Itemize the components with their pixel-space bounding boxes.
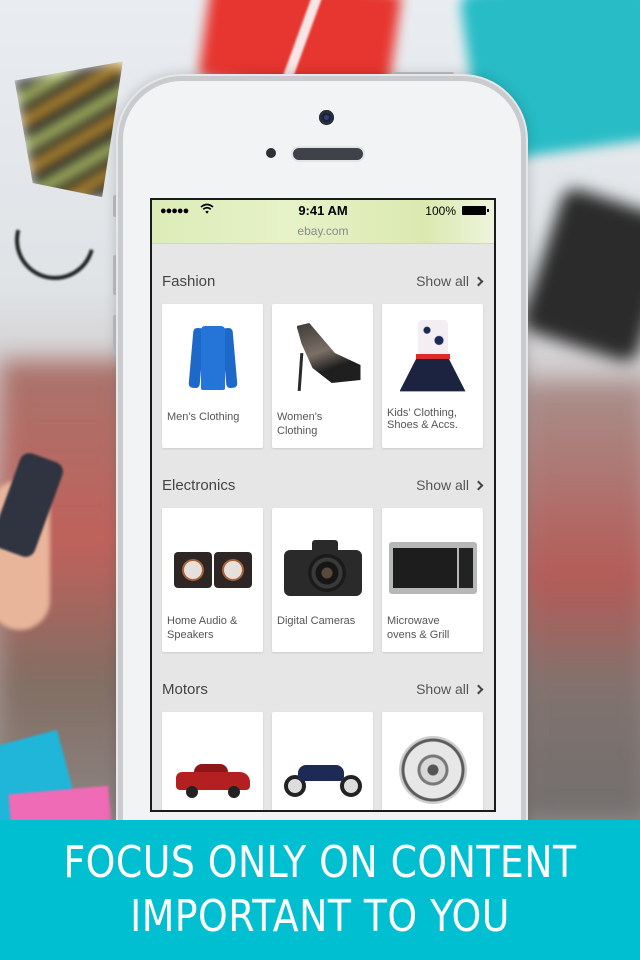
- section-title: Motors: [162, 680, 208, 698]
- front-camera-icon: [319, 110, 334, 125]
- promo-banner: FOCUS ONLY ON CONTENT IMPORTANT TO YOU: [0, 820, 640, 960]
- dslr-camera-image: [272, 528, 373, 608]
- card-label: Women's Clothing: [277, 411, 323, 437]
- category-list: Fashion Show all Men's Clothing Women's …: [152, 266, 494, 810]
- show-all-fashion-link[interactable]: Show all: [416, 273, 484, 289]
- chevron-right-icon: [473, 276, 484, 286]
- category-card-kids-clothing[interactable]: Kids' Clothing, Shoes & Accs.: [382, 304, 483, 448]
- fashion-cards: Men's Clothing Women's Clothing Kids' Cl…: [162, 304, 484, 448]
- section-header-motors: Motors Show all: [162, 674, 484, 704]
- card-label: Digital Cameras: [277, 615, 356, 627]
- blurred-street-right: [520, 380, 640, 820]
- motorcycle-image: [272, 738, 373, 810]
- show-all-motors-link[interactable]: Show all: [416, 681, 484, 697]
- category-card-home-audio[interactable]: Home Audio & Speakers: [162, 508, 263, 652]
- card-label: Kids' Clothing, Shoes & Accs.: [387, 407, 458, 431]
- card-label: Men's Clothing: [167, 411, 240, 423]
- battery-icon: [462, 206, 489, 215]
- section-header-electronics: Electronics Show all: [162, 470, 484, 500]
- status-bar: ●●●●● 9:41 AM 100% ebay.com: [152, 200, 494, 244]
- chevron-right-icon: [473, 684, 484, 694]
- red-car-image: [162, 740, 263, 810]
- phone-screen: ●●●●● 9:41 AM 100% ebay.com Fashion Show…: [150, 198, 496, 812]
- kids-dress-image: [382, 318, 483, 398]
- category-card-wheels[interactable]: [382, 712, 483, 810]
- category-card-digital-cameras[interactable]: Digital Cameras: [272, 508, 373, 652]
- banner-headline-line1: FOCUS ONLY ON CONTENT: [63, 837, 577, 888]
- chevron-right-icon: [473, 480, 484, 490]
- show-all-label: Show all: [416, 681, 469, 697]
- card-label: Microwave ovens & Grill: [387, 615, 450, 641]
- show-all-label: Show all: [416, 477, 469, 493]
- show-all-electronics-link[interactable]: Show all: [416, 477, 484, 493]
- category-card-cars[interactable]: [162, 712, 263, 810]
- category-card-motorcycles[interactable]: [272, 712, 373, 810]
- banner-headline-line2: IMPORTANT TO YOU: [130, 891, 510, 942]
- chrome-wheel-image: [382, 730, 483, 810]
- speakers-image: [162, 530, 263, 610]
- battery-percent: 100%: [425, 204, 456, 218]
- category-card-womens-clothing[interactable]: Women's Clothing: [272, 304, 373, 448]
- electronics-cards: Home Audio & Speakers Digital Cameras Mi…: [162, 508, 484, 652]
- umbrella-handle: [0, 185, 110, 295]
- blue-sweater-image: [162, 318, 263, 398]
- section-header-fashion: Fashion Show all: [162, 266, 484, 296]
- show-all-label: Show all: [416, 273, 469, 289]
- high-heel-shoe-image: [272, 318, 373, 398]
- card-label: Home Audio & Speakers: [167, 615, 238, 641]
- category-card-mens-clothing[interactable]: Men's Clothing: [162, 304, 263, 448]
- section-title: Fashion: [162, 272, 216, 290]
- microwave-image: [382, 528, 483, 608]
- proximity-sensor: [266, 148, 276, 158]
- address-bar-url[interactable]: ebay.com: [152, 224, 494, 238]
- category-card-microwave[interactable]: Microwave ovens & Grill: [382, 508, 483, 652]
- earpiece-speaker: [293, 148, 363, 160]
- section-title: Electronics: [162, 476, 236, 494]
- camera-image: [519, 185, 640, 365]
- motors-cards: [162, 712, 484, 810]
